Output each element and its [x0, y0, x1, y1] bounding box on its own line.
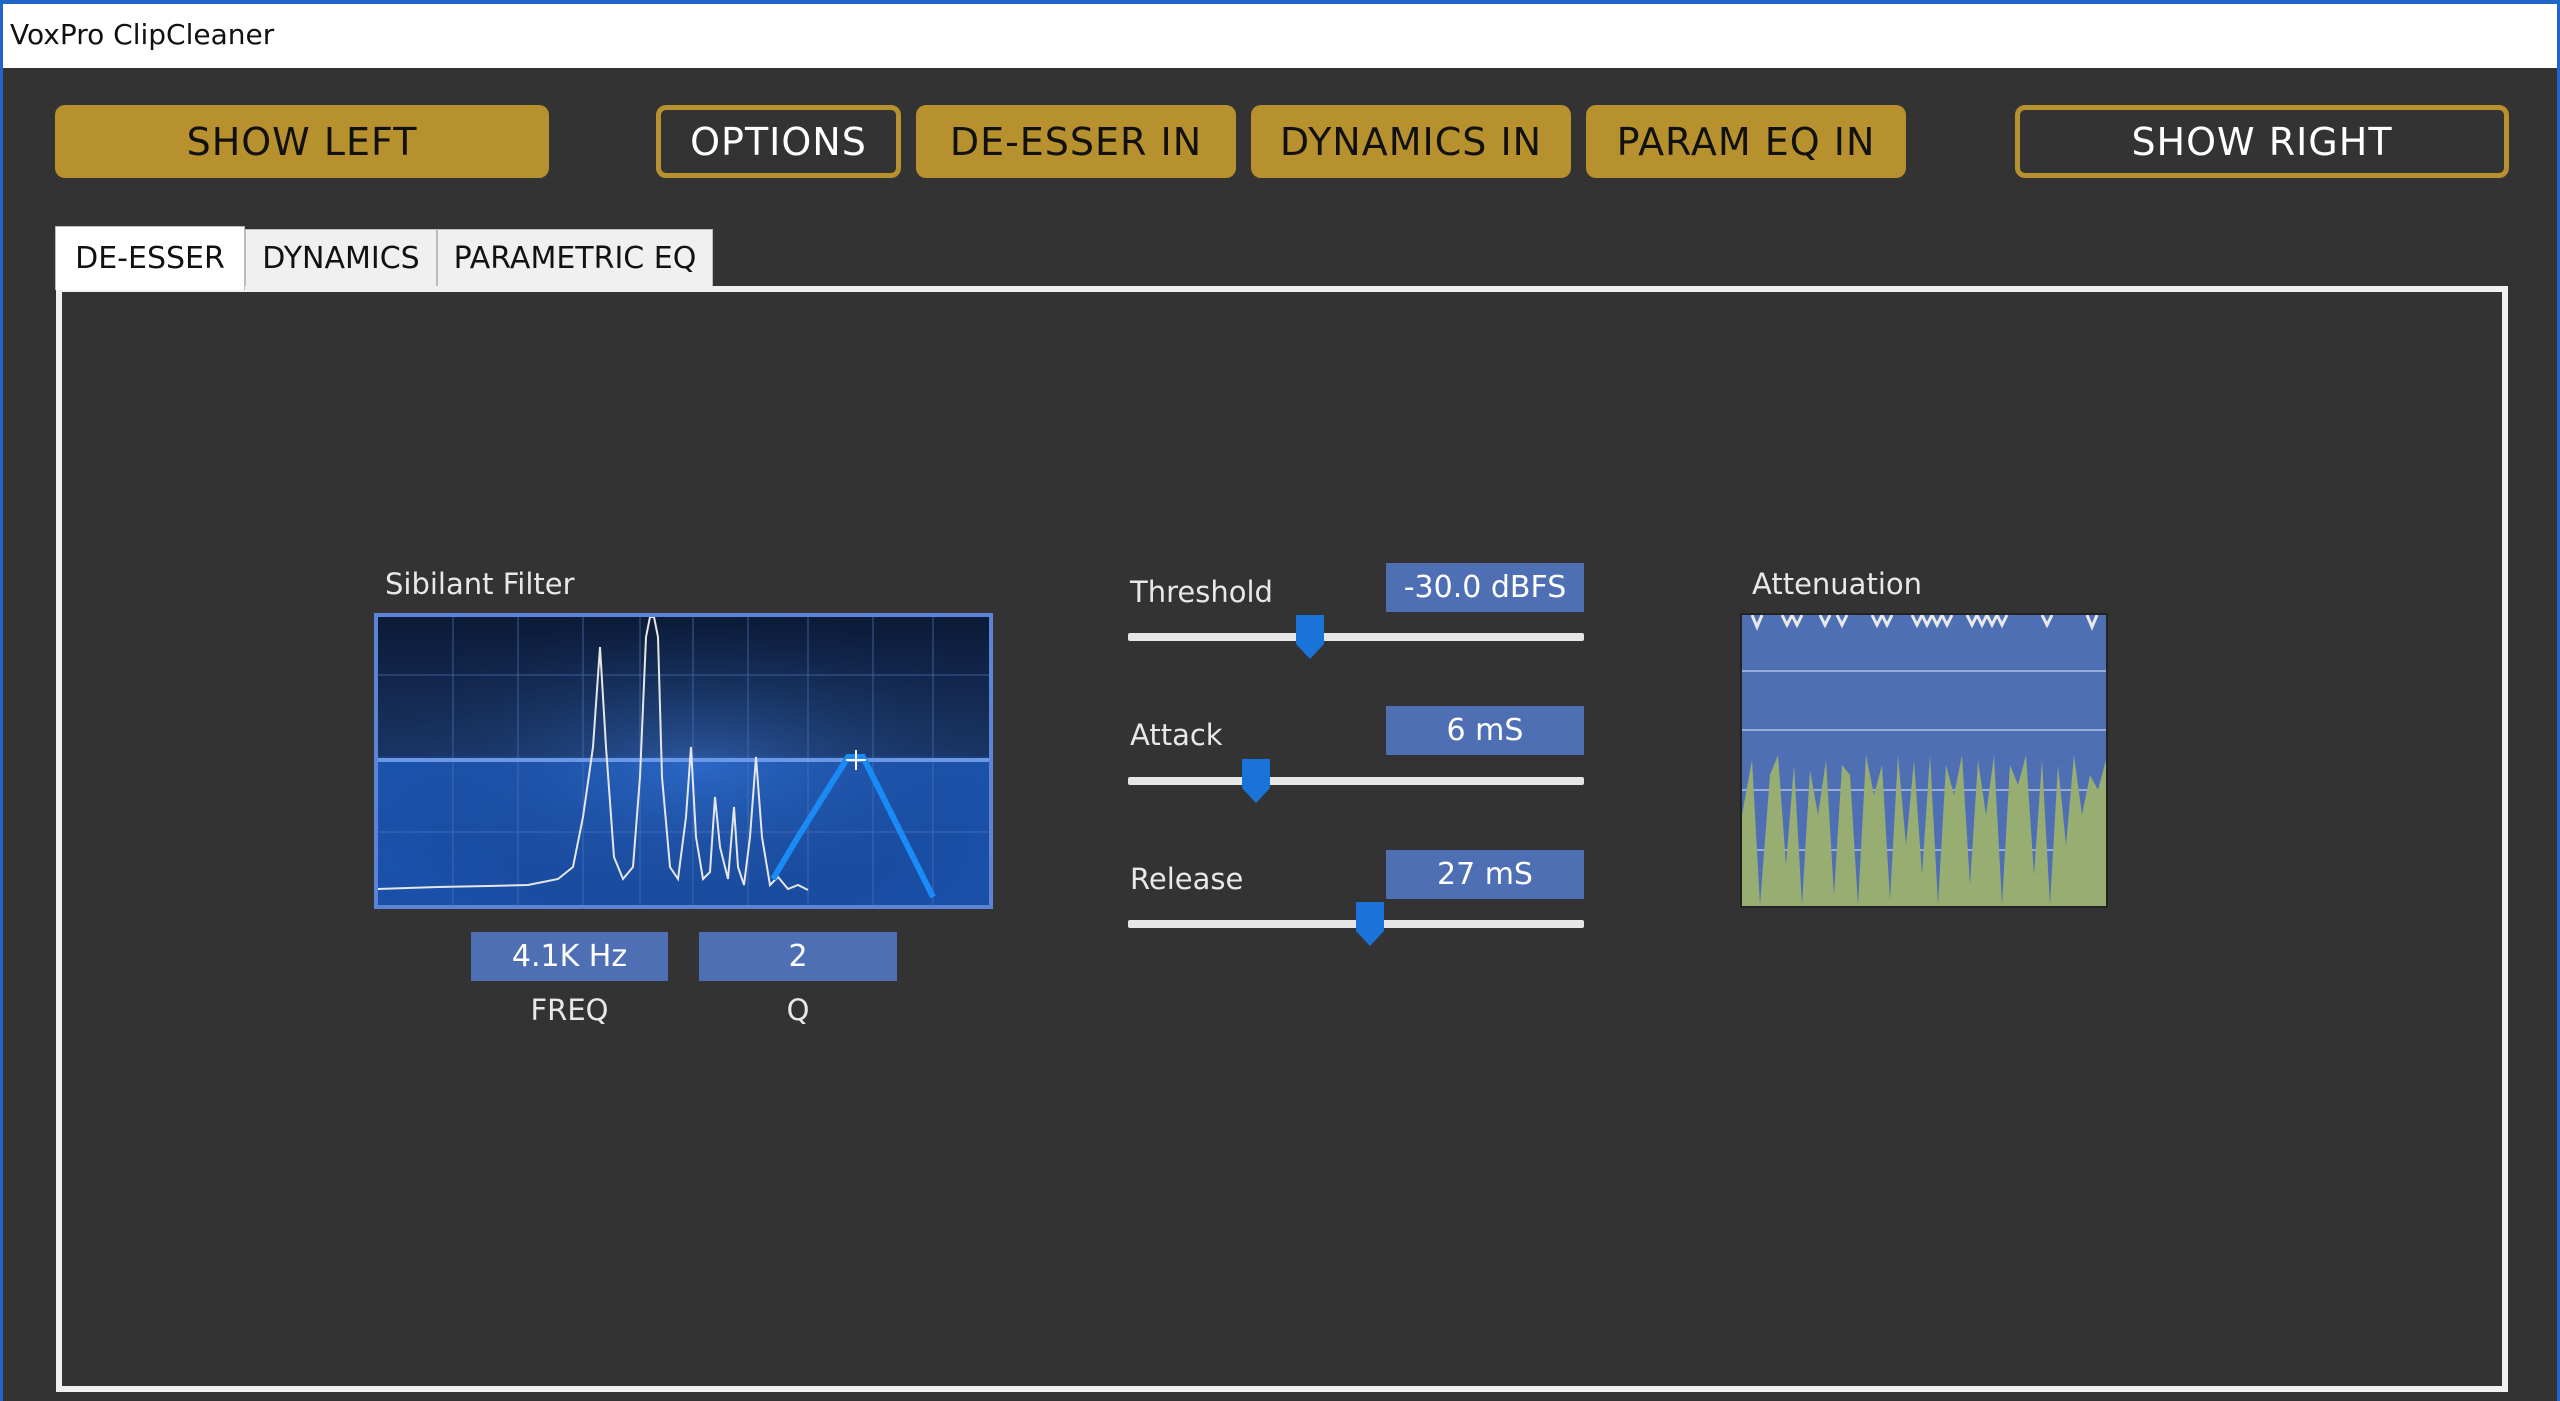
- attenuation-top-trace: [1750, 615, 2099, 631]
- dynamics-in-button[interactable]: DYNAMICS IN: [1251, 105, 1571, 178]
- release-label: Release: [1130, 862, 1244, 896]
- tab-dynamics[interactable]: DYNAMICS: [245, 229, 437, 287]
- tab-parametric-eq[interactable]: PARAMETRIC EQ: [437, 229, 713, 287]
- release-slider-thumb[interactable]: [1355, 901, 1385, 947]
- window-title: VoxPro ClipCleaner: [10, 18, 275, 51]
- threshold-slider-thumb[interactable]: [1295, 614, 1325, 660]
- attack-value[interactable]: 6 mS: [1386, 706, 1584, 755]
- attack-slider-track[interactable]: [1128, 777, 1584, 785]
- options-button[interactable]: OPTIONS: [656, 105, 901, 178]
- q-value[interactable]: 2: [699, 932, 897, 981]
- threshold-value[interactable]: -30.0 dBFS: [1386, 563, 1584, 612]
- param-eq-in-button[interactable]: PARAM EQ IN: [1586, 105, 1906, 178]
- freq-value[interactable]: 4.1K Hz: [471, 932, 668, 981]
- window-border-left: [0, 0, 3, 1401]
- tab-de-esser[interactable]: DE-ESSER: [55, 226, 245, 290]
- show-right-button[interactable]: SHOW RIGHT: [2015, 105, 2509, 178]
- attenuation-svg: [1742, 615, 2106, 906]
- sibilant-filter-title: Sibilant Filter: [385, 567, 575, 601]
- threshold-label: Threshold: [1130, 575, 1273, 609]
- de-esser-in-button[interactable]: DE-ESSER IN: [916, 105, 1236, 178]
- attenuation-meter: [1740, 613, 2108, 908]
- attenuation-fill: [1742, 755, 2106, 906]
- title-bar: VoxPro ClipCleaner: [0, 0, 2560, 68]
- attack-label: Attack: [1130, 718, 1223, 752]
- threshold-slider-track[interactable]: [1128, 633, 1584, 641]
- attenuation-title: Attenuation: [1752, 567, 1922, 601]
- q-label: Q: [786, 993, 810, 1027]
- spectrum-svg: [378, 617, 989, 905]
- show-left-button[interactable]: SHOW LEFT: [55, 105, 549, 178]
- attack-slider-thumb[interactable]: [1241, 758, 1271, 804]
- release-value[interactable]: 27 mS: [1386, 850, 1584, 899]
- sibilant-filter-graph[interactable]: [374, 613, 993, 909]
- freq-label: FREQ: [530, 993, 609, 1027]
